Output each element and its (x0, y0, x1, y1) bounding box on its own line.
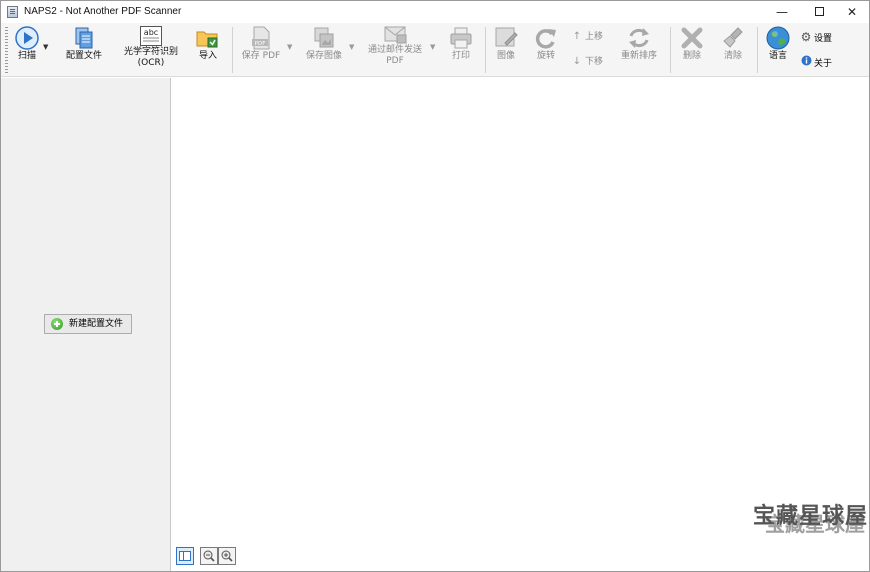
clear-button[interactable]: 清除 (719, 25, 747, 75)
window-title: NAPS2 - Not Another PDF Scanner (24, 6, 182, 17)
email-pdf-button[interactable]: 通过邮件发送 PDF (363, 25, 427, 75)
about-button[interactable]: 关于 (800, 55, 832, 69)
rotate-icon (535, 29, 556, 49)
globe-icon (766, 26, 790, 50)
import-button[interactable]: 导入 (193, 25, 223, 75)
scan-button[interactable]: 扫描 (11, 25, 43, 75)
add-circle-icon (51, 318, 63, 330)
profiles-button[interactable]: 配置文件 (63, 25, 105, 75)
profiles-sidebar: 新建配置文件 (1, 78, 171, 571)
ocr-icon: abc (140, 26, 162, 46)
app-icon (7, 6, 18, 18)
title-bar: NAPS2 - Not Another PDF Scanner — ✕ (1, 1, 869, 23)
settings-label: 设置 (814, 34, 833, 44)
image-label: 图像 (496, 51, 515, 61)
scan-label: 扫描 (17, 51, 36, 61)
move-up-label: 上移 (585, 32, 604, 42)
save-pdf-dropdown-icon[interactable]: ▼ (287, 43, 292, 51)
close-button[interactable]: ✕ (835, 1, 869, 23)
broom-icon (723, 27, 743, 48)
language-label: 语言 (768, 51, 787, 61)
toolbar-separator (232, 27, 233, 73)
zoom-out-button[interactable] (200, 547, 218, 565)
reorder-label: 重新排序 (620, 51, 657, 61)
zoom-out-icon (203, 550, 215, 562)
page-thumbnail-area[interactable]: 宝藏星球屋 宝藏星球屋 (172, 78, 869, 571)
ocr-button[interactable]: abc 光学字符识别 (OCR) (121, 25, 181, 75)
printer-icon (450, 27, 472, 49)
email-pdf-label-line1: 通过邮件发送 (367, 45, 422, 55)
print-button[interactable]: 打印 (446, 25, 476, 75)
pdf-icon-text: PDF (255, 41, 266, 47)
profiles-label: 配置文件 (65, 51, 102, 61)
save-images-label: 保存图像 (305, 51, 342, 61)
delete-label: 删除 (682, 51, 701, 61)
rotate-button[interactable]: 旋转 (532, 25, 560, 75)
about-label: 关于 (814, 59, 833, 69)
move-down-label: 下移 (585, 57, 604, 67)
save-images-dropdown-icon[interactable]: ▼ (349, 43, 354, 51)
save-pdf-icon: PDF (252, 26, 270, 50)
toolbar-separator (670, 27, 671, 73)
main-toolbar: 扫描 ▼ 配置文件 abc 光学字符识别 (OCR) 导入 PDF 保存 PDF… (1, 23, 869, 77)
arrow-down-icon: ↓ (572, 56, 582, 67)
move-up-button[interactable]: ↑ 上移 (571, 30, 603, 44)
maximize-icon (814, 7, 824, 16)
info-icon (800, 55, 812, 71)
toolbar-separator (485, 27, 486, 73)
scan-play-icon (15, 26, 39, 50)
save-pdf-label: 保存 PDF (241, 51, 281, 61)
email-pdf-dropdown-icon[interactable]: ▼ (430, 43, 435, 51)
toolbar-grip[interactable] (5, 27, 8, 73)
email-pdf-icon (384, 26, 407, 44)
new-profile-label: 新建配置文件 (69, 319, 124, 329)
minimize-button[interactable]: — (765, 1, 799, 23)
rotate-label: 旋转 (536, 51, 555, 61)
app-window: NAPS2 - Not Another PDF Scanner — ✕ 扫描 ▼ (0, 0, 870, 572)
reorder-button[interactable]: 重新排序 (618, 25, 660, 75)
maximize-button[interactable] (802, 1, 836, 23)
print-label: 打印 (451, 51, 470, 61)
arrow-up-icon: ↑ (572, 31, 582, 42)
ocr-label-line2: (OCR) (137, 58, 165, 68)
import-folder-icon (196, 31, 218, 48)
new-profile-button[interactable]: 新建配置文件 (44, 314, 132, 334)
clear-label: 清除 (723, 51, 742, 61)
import-label: 导入 (198, 51, 217, 61)
zoom-in-button[interactable] (218, 547, 236, 565)
language-button[interactable]: 语言 (764, 25, 792, 75)
scan-dropdown-icon[interactable]: ▼ (43, 43, 48, 51)
reorder-icon (629, 28, 649, 48)
delete-x-icon (681, 27, 703, 49)
save-images-icon (314, 27, 334, 48)
watermark: 宝藏星球屋 (753, 504, 869, 529)
move-down-button[interactable]: ↓ 下移 (571, 55, 603, 69)
image-button[interactable]: 图像 (492, 25, 520, 75)
gear-icon: ⚙ (800, 30, 812, 44)
toolbar-separator (757, 27, 758, 73)
save-images-button[interactable]: 保存图像 (302, 25, 346, 75)
ocr-label-line1: 光学字符识别 (123, 47, 178, 57)
profiles-icon (75, 27, 93, 49)
delete-button[interactable]: 删除 (678, 25, 706, 75)
toggle-sidebar-button[interactable] (176, 547, 194, 565)
zoom-in-icon (221, 550, 233, 562)
ocr-icon-text: abc (144, 28, 158, 37)
email-pdf-label-line2: PDF (386, 56, 404, 66)
save-pdf-button[interactable]: PDF 保存 PDF (239, 25, 283, 75)
image-edit-icon (495, 27, 518, 47)
sidebar-layout-icon (179, 551, 191, 561)
settings-button[interactable]: ⚙ 设置 (800, 30, 832, 44)
